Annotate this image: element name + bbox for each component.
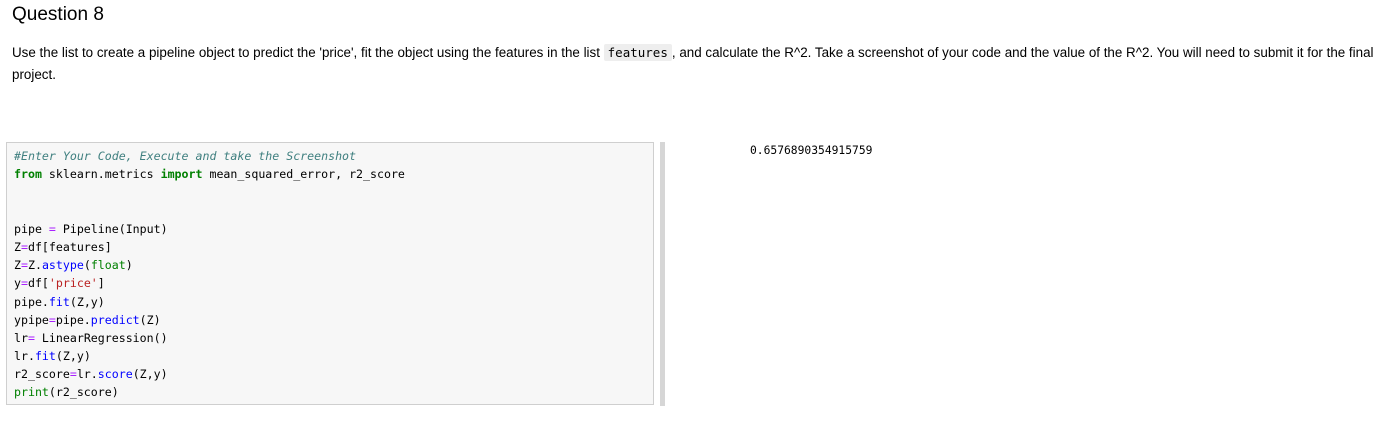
code-operator: = xyxy=(48,221,56,236)
code-token: (r2_score) xyxy=(48,385,119,400)
code-token: r2_score xyxy=(14,367,70,382)
code-method: fit xyxy=(34,349,56,364)
code-token: (Z) xyxy=(139,312,161,327)
question-description: Use the list to create a pipeline object… xyxy=(12,42,1377,86)
code-line-13: r2_score=lr.score(Z,y) xyxy=(14,365,405,383)
code-operator: = xyxy=(20,258,28,273)
code-operator: = xyxy=(48,312,56,327)
code-token: df[ xyxy=(27,276,49,291)
code-operator: = xyxy=(20,276,28,291)
module-name: sklearn.metrics xyxy=(41,167,161,182)
code-line-9: pipe.fit(Z,y) xyxy=(14,293,405,311)
code-token: lr. xyxy=(14,349,35,364)
code-line-12: lr.fit(Z,y) xyxy=(14,347,405,365)
code-editor[interactable]: #Enter Your Code, Execute and take the S… xyxy=(14,147,405,402)
code-line-7: Z=Z.astype(float) xyxy=(14,256,405,274)
code-token: pipe. xyxy=(55,312,91,327)
code-builtin: print xyxy=(14,385,49,400)
code-token: lr xyxy=(14,330,28,345)
code-token: lr. xyxy=(76,367,98,382)
code-operator: = xyxy=(69,367,77,382)
code-token: ( xyxy=(83,258,91,273)
cell-separator-bar xyxy=(660,142,665,406)
code-method: astype xyxy=(41,258,84,273)
code-token: Pipeline(Input) xyxy=(55,221,168,236)
code-comment: #Enter Your Code, Execute and take the S… xyxy=(14,149,357,163)
code-line-6: Z=df[features] xyxy=(14,238,405,256)
inline-code-features: features xyxy=(603,44,672,61)
code-line-10: ypipe=pipe.predict(Z) xyxy=(14,311,405,329)
keyword-from: from xyxy=(14,167,42,182)
code-token: ] xyxy=(97,276,105,291)
code-line-8: y=df['price'] xyxy=(14,274,405,292)
code-string: 'price' xyxy=(48,276,98,291)
code-operator: = xyxy=(27,330,35,345)
code-method: score xyxy=(97,367,133,382)
code-token: LinearRegression() xyxy=(34,330,168,345)
code-token: (Z,y) xyxy=(55,349,91,364)
code-line-3-blank xyxy=(14,183,405,201)
code-line-2: from sklearn.metrics import mean_squared… xyxy=(14,165,405,183)
code-token: pipe xyxy=(14,221,49,236)
code-token: (Z,y) xyxy=(132,367,168,382)
code-builtin: float xyxy=(90,258,126,273)
code-method: fit xyxy=(48,294,70,309)
code-operator: = xyxy=(20,239,28,254)
code-token: Z. xyxy=(27,258,42,273)
code-cell-input[interactable]: #Enter Your Code, Execute and take the S… xyxy=(6,142,654,405)
code-line-5: pipe = Pipeline(Input) xyxy=(14,220,405,238)
code-token: df[features] xyxy=(27,239,112,254)
keyword-import: import xyxy=(160,167,203,182)
code-line-4-blank xyxy=(14,202,405,220)
code-line-14: print(r2_score) xyxy=(14,383,405,401)
import-names: mean_squared_error, r2_score xyxy=(202,167,405,182)
cell-output: 0.6576890354915759 xyxy=(750,144,873,157)
code-token: pipe. xyxy=(14,294,49,309)
code-token: (Z,y) xyxy=(69,294,105,309)
code-token: Z xyxy=(14,239,21,254)
code-method: predict xyxy=(90,312,140,327)
code-line-1: #Enter Your Code, Execute and take the S… xyxy=(14,147,405,165)
code-token: ) xyxy=(125,258,133,273)
code-line-11: lr= LinearRegression() xyxy=(14,329,405,347)
question-text-before: Use the list to create a pipeline object… xyxy=(12,45,604,60)
code-token: y xyxy=(14,276,21,291)
code-token: Z xyxy=(14,258,21,273)
code-token: ypipe xyxy=(14,312,49,327)
question-title: Question 8 xyxy=(12,4,104,25)
